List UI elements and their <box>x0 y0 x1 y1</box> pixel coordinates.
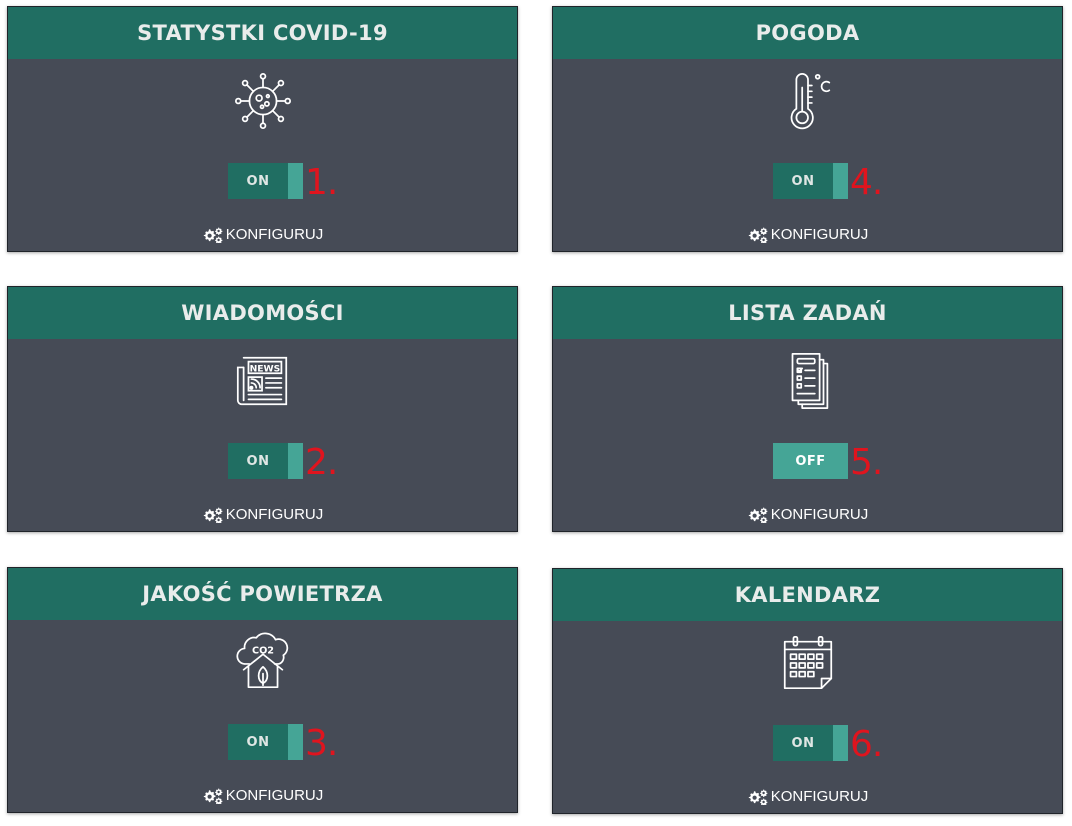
toggle-knob <box>288 163 303 199</box>
widget-card-news: WIADOMOŚCI NEWS ON 2. KONFIGURUJ <box>7 286 518 532</box>
configure-link[interactable]: KONFIGURUJ <box>8 787 517 804</box>
widget-card-todo: LISTA ZADAŃ OFF 5. KONFIGURUJ <box>552 286 1063 532</box>
widget-card-weather: POGODA ON 4. KONFIGURUJ <box>552 6 1063 252</box>
thermometer-icon <box>790 73 830 130</box>
configure-label: KONFIGURUJ <box>225 787 324 804</box>
card-title: LISTA ZADAŃ <box>553 287 1062 339</box>
checklist-icon <box>791 353 828 409</box>
configure-label: KONFIGURUJ <box>225 506 324 523</box>
annotation-number: 4. <box>850 162 883 203</box>
configure-label: KONFIGURUJ <box>225 226 324 243</box>
gears-icon <box>203 788 223 804</box>
svg-text:NEWS: NEWS <box>249 363 280 374</box>
annotation-number: 6. <box>850 724 883 765</box>
toggle-knob <box>833 725 848 761</box>
widget-card-calendar: KALENDARZ ON 6. KONFIGURUJ <box>552 568 1063 814</box>
configure-link[interactable]: KONFIGURUJ <box>553 226 1062 243</box>
configure-label: KONFIGURUJ <box>770 226 869 243</box>
enable-toggle[interactable]: ON <box>228 163 303 199</box>
card-title: KALENDARZ <box>553 569 1062 621</box>
gears-icon <box>203 507 223 523</box>
toggle-label: OFF <box>773 443 848 479</box>
gears-icon <box>748 789 768 805</box>
toggle-label: ON <box>228 443 288 479</box>
toggle-knob <box>288 724 303 760</box>
card-title: WIADOMOŚCI <box>8 287 517 339</box>
widget-card-covid: STATYSTKI COVID-19 ON 1. KONFIGURUJ <box>7 6 518 252</box>
configure-link[interactable]: KONFIGURUJ <box>8 226 517 243</box>
toggle-label: ON <box>773 163 833 199</box>
configure-link[interactable]: KONFIGURUJ <box>553 506 1062 523</box>
toggle-knob <box>833 163 848 199</box>
enable-toggle[interactable]: ON <box>773 725 848 761</box>
co2-cloud-house-icon: CO2 <box>235 632 288 689</box>
toggle-label: ON <box>228 163 288 199</box>
configure-label: KONFIGURUJ <box>770 506 869 523</box>
widget-card-air-quality: JAKOŚĆ POWIETRZA CO2 ON 3. KONFIGURUJ <box>7 567 518 813</box>
calendar-icon <box>783 635 832 690</box>
card-title: STATYSTKI COVID-19 <box>8 7 517 59</box>
enable-toggle[interactable]: ON <box>773 163 848 199</box>
annotation-number: 5. <box>850 442 883 483</box>
configure-label: KONFIGURUJ <box>770 788 869 805</box>
enable-toggle[interactable]: OFF <box>773 443 848 479</box>
gears-icon <box>748 227 768 243</box>
annotation-number: 1. <box>305 162 338 203</box>
configure-link[interactable]: KONFIGURUJ <box>553 788 1062 805</box>
card-title: POGODA <box>553 7 1062 59</box>
annotation-number: 2. <box>305 442 338 483</box>
enable-toggle[interactable]: ON <box>228 443 303 479</box>
toggle-label: ON <box>228 724 288 760</box>
annotation-number: 3. <box>305 723 338 764</box>
gears-icon <box>203 227 223 243</box>
virus-icon <box>234 73 291 129</box>
toggle-label: ON <box>773 725 833 761</box>
card-title: JAKOŚĆ POWIETRZA <box>8 568 517 620</box>
gears-icon <box>748 507 768 523</box>
newspaper-icon: NEWS <box>236 356 287 406</box>
toggle-knob <box>288 443 303 479</box>
configure-link[interactable]: KONFIGURUJ <box>8 506 517 523</box>
enable-toggle[interactable]: ON <box>228 724 303 760</box>
